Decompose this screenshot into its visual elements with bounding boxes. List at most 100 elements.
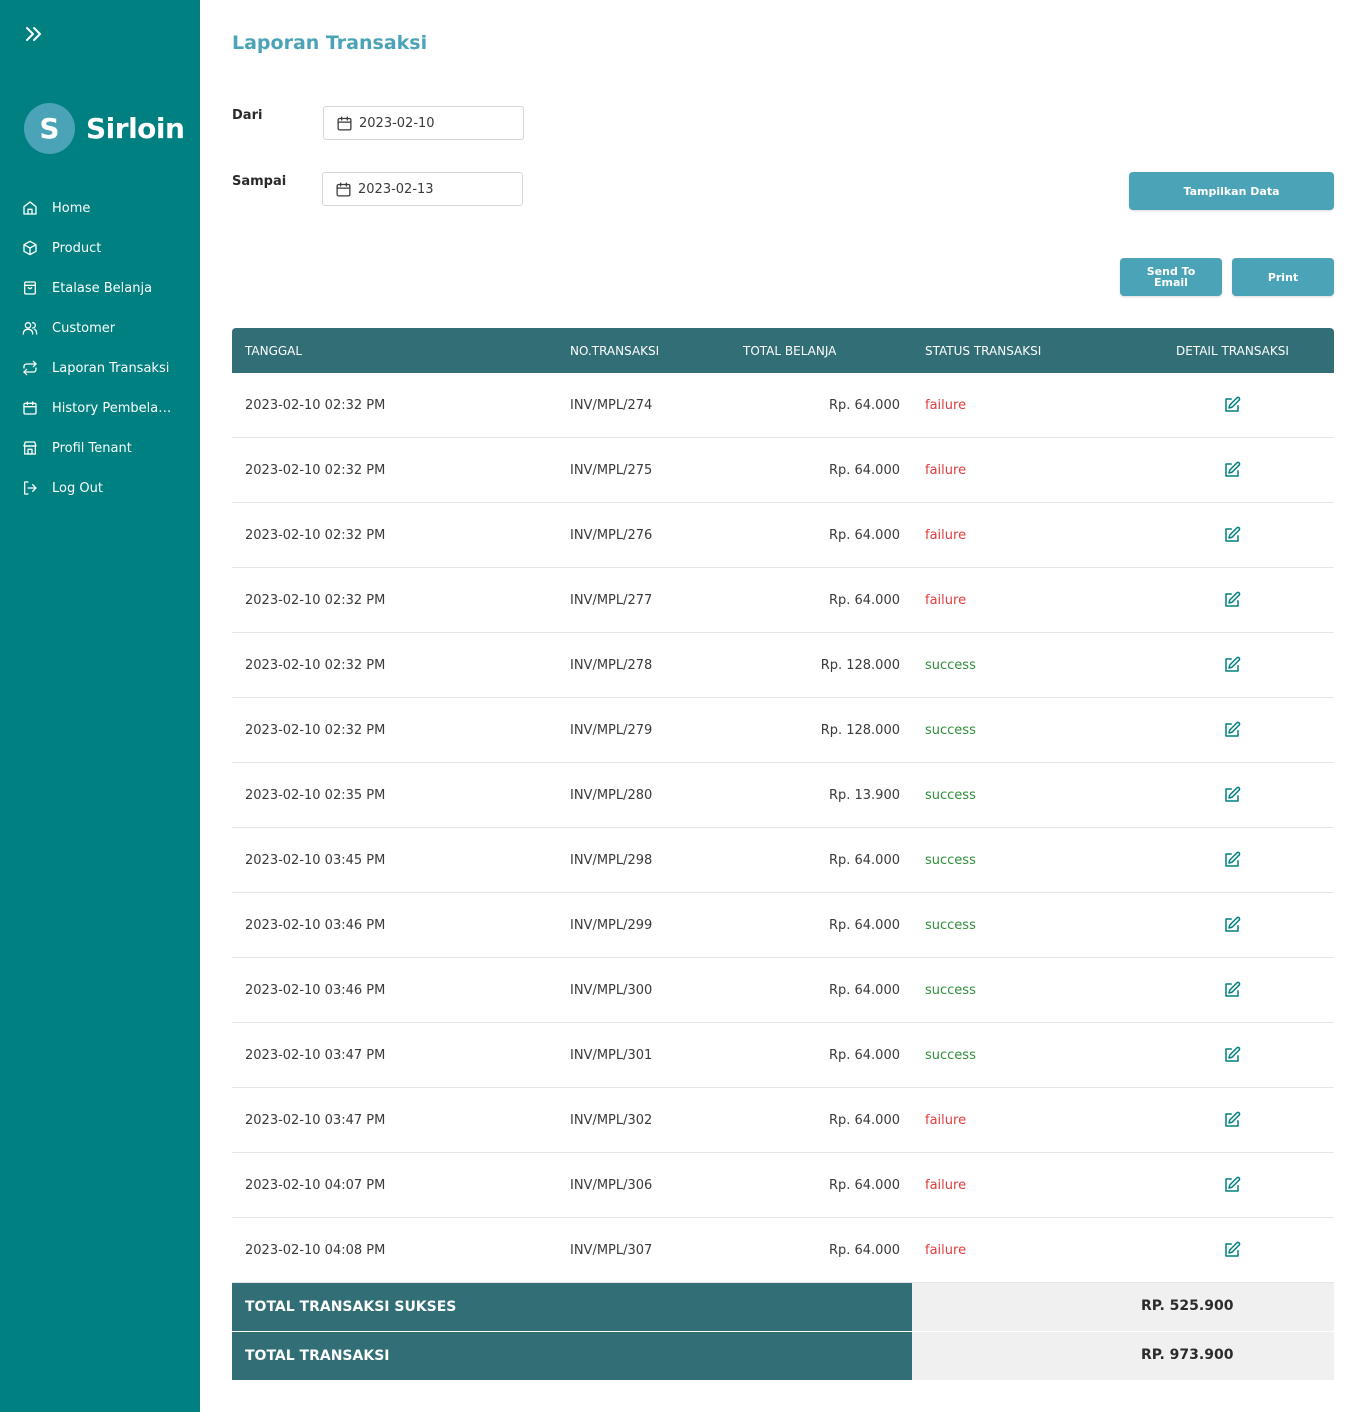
logout-icon (24, 481, 37, 495)
cell-date: 2023-02-10 02:35 PM (245, 788, 386, 803)
table-row: 2023-02-10 03:46 PM INV/MPL/299 Rp. 64.000… (232, 893, 1334, 958)
table-body: 2023-02-10 02:32 PM INV/MPL/274 Rp. 64.000… (232, 373, 1334, 1283)
cell-date: 2023-02-10 03:47 PM (245, 1048, 386, 1063)
cell-total: Rp. 64.000 (828, 1243, 900, 1258)
cell-total: Rp. 64.000 (828, 528, 900, 543)
sidebar-item-label: Home (52, 200, 91, 216)
edit-icon[interactable] (1223, 916, 1241, 934)
table-row: 2023-02-10 02:32 PM INV/MPL/278 Rp. 128.00… (232, 633, 1334, 698)
home-icon (23, 201, 37, 215)
show-data-button[interactable]: Tampilkan Data (1129, 172, 1334, 210)
summary-total-label: TOTAL TRANSAKSI (232, 1332, 912, 1380)
summary-total-value: RP. 973.900 (1141, 1347, 1234, 1363)
sidebar-item-label: Product (52, 240, 102, 256)
cell-status: success (925, 853, 976, 868)
cell-total: Rp. 64.000 (828, 1048, 900, 1063)
cell-status: failure (925, 398, 967, 413)
cell-invoice: INV/MPL/277 (570, 593, 653, 608)
table-row: 2023-02-10 03:47 PM INV/MPL/302 Rp. 64.000… (232, 1088, 1334, 1153)
edit-icon[interactable] (1223, 656, 1241, 674)
edit-icon[interactable] (1223, 591, 1241, 609)
edit-icon[interactable] (1223, 396, 1241, 414)
cell-invoice: INV/MPL/279 (570, 723, 653, 738)
repeat-icon (23, 360, 37, 376)
cell-date: 2023-02-10 03:47 PM (245, 1113, 386, 1128)
cell-total: Rp. 64.000 (828, 1178, 900, 1193)
from-date-value: 2023-02-10 (359, 115, 435, 131)
cell-total: Rp. 128.000 (820, 723, 900, 738)
edit-icon[interactable] (1223, 526, 1241, 544)
table-row: 2023-02-10 04:07 PM INV/MPL/306 Rp. 64.000… (232, 1153, 1334, 1218)
sidebar-item-profil-tenant[interactable]: Profil Tenant (0, 428, 200, 468)
cell-status: failure (925, 593, 967, 608)
edit-icon[interactable] (1223, 1111, 1241, 1129)
table-row: 2023-02-10 03:45 PM INV/MPL/298 Rp. 64.000… (232, 828, 1334, 893)
store-icon (23, 441, 37, 455)
sidebar-item-history-pembelanjaan[interactable]: History Pembelanjaan (0, 388, 200, 428)
cell-status: success (925, 658, 976, 673)
to-date-value: 2023-02-13 (358, 181, 434, 197)
transactions-table: TANGGAL NO.TRANSAKSI TOTAL BELANJA STATU… (232, 328, 1334, 1380)
summary-total-cell: RP. 973.900 (912, 1332, 1334, 1380)
summary-row-total: TOTAL TRANSAKSI RP. 973.900 (232, 1332, 1334, 1380)
send-email-button[interactable]: Send To Email (1120, 258, 1222, 296)
cell-date: 2023-02-10 04:07 PM (245, 1178, 386, 1193)
edit-icon[interactable] (1223, 786, 1241, 804)
cell-status: success (925, 918, 976, 933)
edit-icon[interactable] (1223, 981, 1241, 999)
table-summary: TOTAL TRANSAKSI SUKSES RP. 525.900 TOTAL… (232, 1283, 1334, 1380)
edit-icon[interactable] (1223, 1176, 1241, 1194)
table-row: 2023-02-10 02:32 PM INV/MPL/279 Rp. 128.00… (232, 698, 1334, 763)
cell-invoice: INV/MPL/301 (570, 1048, 653, 1063)
cell-invoice: INV/MPL/302 (570, 1113, 653, 1128)
cell-invoice: INV/MPL/280 (570, 788, 653, 803)
cell-date: 2023-02-10 02:32 PM (245, 723, 386, 738)
table-header: TANGGAL NO.TRANSAKSI TOTAL BELANJA STATU… (232, 328, 1334, 373)
edit-icon[interactable] (1223, 461, 1241, 479)
edit-icon[interactable] (1223, 721, 1241, 739)
cell-date: 2023-02-10 02:32 PM (245, 528, 386, 543)
table-row: 2023-02-10 02:32 PM INV/MPL/274 Rp. 64.000… (232, 373, 1334, 438)
sidebar-item-label: Customer (52, 320, 116, 336)
expand-sidebar-icon[interactable] (22, 22, 46, 46)
cell-date: 2023-02-10 02:32 PM (245, 463, 386, 478)
from-date-input[interactable]: 2023-02-10 (323, 106, 524, 140)
sidebar-item-product[interactable]: Product (0, 228, 200, 268)
cell-status: failure (925, 528, 967, 543)
calendar-icon (336, 181, 351, 197)
cell-status: failure (925, 1113, 967, 1128)
table-row: 2023-02-10 02:32 PM INV/MPL/277 Rp. 64.000… (232, 568, 1334, 633)
shopping-bag-icon (24, 281, 36, 295)
sidebar-item-etalase-belanja[interactable]: Etalase Belanja (0, 268, 200, 308)
cell-total: Rp. 64.000 (828, 918, 900, 933)
cell-total: Rp. 128.000 (820, 658, 900, 673)
brand-name: Sirloin (86, 112, 185, 145)
sidebar-nav: Home Product Etalase Belanja Customer La… (0, 188, 200, 508)
brand-logo[interactable]: S Sirloin (24, 103, 185, 154)
to-date-input[interactable]: 2023-02-13 (322, 172, 523, 206)
sidebar-item-home[interactable]: Home (0, 188, 200, 228)
summary-success-label: TOTAL TRANSAKSI SUKSES (232, 1283, 912, 1331)
logo-mark: S (24, 103, 75, 154)
cell-status: success (925, 723, 976, 738)
sidebar-item-customer[interactable]: Customer (0, 308, 200, 348)
cell-total: Rp. 13.900 (828, 788, 900, 803)
edit-icon[interactable] (1223, 1241, 1241, 1259)
summary-row-success: TOTAL TRANSAKSI SUKSES RP. 525.900 (232, 1283, 1334, 1331)
edit-icon[interactable] (1223, 1046, 1241, 1064)
cell-invoice: INV/MPL/275 (570, 463, 653, 478)
cell-invoice: INV/MPL/278 (570, 658, 653, 673)
sidebar-item-log-out[interactable]: Log Out (0, 468, 200, 508)
cell-date: 2023-02-10 03:46 PM (245, 918, 386, 933)
table-row: 2023-02-10 02:35 PM INV/MPL/280 Rp. 13.900… (232, 763, 1334, 828)
cell-invoice: INV/MPL/307 (570, 1243, 653, 1258)
header-no-transaksi: NO.TRANSAKSI (570, 344, 660, 358)
summary-success-cell: RP. 525.900 (912, 1283, 1334, 1331)
edit-icon[interactable] (1223, 851, 1241, 869)
print-button[interactable]: Print (1232, 258, 1334, 296)
sidebar-item-laporan-transaksi[interactable]: Laporan Transaksi (0, 348, 200, 388)
cell-date: 2023-02-10 03:46 PM (245, 983, 386, 998)
cell-status: failure (925, 1243, 967, 1258)
cell-invoice: INV/MPL/276 (570, 528, 653, 543)
header-status-transaksi: STATUS TRANSAKSI (925, 344, 1042, 358)
